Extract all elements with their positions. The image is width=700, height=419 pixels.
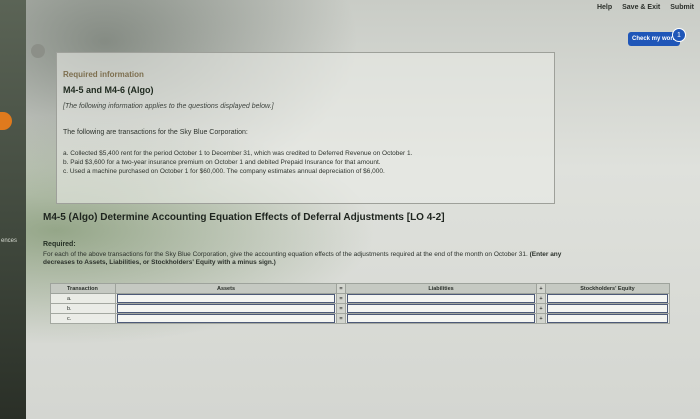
equals-cell: = (336, 313, 346, 324)
question-title: M4-5 (Algo) Determine Accounting Equatio… (43, 212, 445, 223)
liabilities-cell[interactable] (345, 313, 537, 324)
required-instructions: For each of the above transactions for t… (43, 251, 583, 267)
required-text: For each of the above transactions for t… (43, 251, 528, 258)
assets-cell[interactable] (115, 303, 337, 314)
liabilities-input[interactable] (347, 304, 535, 313)
row-label: a. (50, 293, 116, 304)
equals-sign: = (336, 283, 346, 294)
row-label: c. (50, 313, 116, 324)
equity-input[interactable] (547, 304, 668, 313)
transaction-item: c. Used a machine purchased on October 1… (63, 168, 385, 175)
assets-input[interactable] (117, 314, 335, 323)
save-exit-button[interactable]: Save & Exit (622, 4, 660, 11)
sidebar-label: ences (1, 238, 18, 244)
required-information-heading: Required information (63, 70, 144, 79)
plus-sign: + (536, 283, 546, 294)
required-label: Required: (43, 241, 76, 248)
check-count-badge: 1 (672, 28, 686, 42)
equity-cell[interactable] (545, 313, 670, 324)
top-toolbar: Help Save & Exit Submit (597, 4, 694, 11)
transaction-item: a. Collected $5,400 rent for the period … (63, 150, 413, 157)
col-transaction: Transaction (50, 283, 116, 294)
required-information-box: Required information M4-5 and M4-6 (Algo… (56, 52, 555, 204)
row-label: b. (50, 303, 116, 314)
table-row: a. = + (50, 293, 670, 304)
equity-cell[interactable] (545, 293, 670, 304)
assets-cell[interactable] (115, 293, 337, 304)
assets-input[interactable] (117, 294, 335, 303)
info-note: [The following information applies to th… (63, 103, 274, 110)
plus-cell: + (536, 303, 546, 314)
liabilities-cell[interactable] (345, 303, 537, 314)
equals-cell: = (336, 303, 346, 314)
equals-cell: = (336, 293, 346, 304)
question-number-icon (31, 44, 45, 58)
transactions-list: a. Collected $5,400 rent for the period … (63, 149, 412, 176)
accounting-equation-table: Transaction Assets = Liabilities + Stock… (50, 283, 670, 339)
liabilities-input[interactable] (347, 314, 535, 323)
col-liabilities: Liabilities (345, 283, 537, 294)
assets-input[interactable] (117, 304, 335, 313)
col-equity: Stockholders' Equity (545, 283, 670, 294)
assets-cell[interactable] (115, 313, 337, 324)
plus-cell: + (536, 293, 546, 304)
problem-subtitle: M4-5 and M4-6 (Algo) (63, 85, 154, 95)
equity-cell[interactable] (545, 303, 670, 314)
submit-button[interactable]: Submit (670, 4, 694, 11)
equity-input[interactable] (547, 314, 668, 323)
transactions-intro: The following are transactions for the S… (63, 129, 248, 136)
liabilities-cell[interactable] (345, 293, 537, 304)
help-link[interactable]: Help (597, 4, 612, 11)
transaction-item: b. Paid $3,600 for a two-year insurance … (63, 159, 381, 166)
col-assets: Assets (115, 283, 337, 294)
liabilities-input[interactable] (347, 294, 535, 303)
equity-input[interactable] (547, 294, 668, 303)
table-row: b. = + (50, 303, 670, 314)
table-row: c. = + (50, 313, 670, 324)
left-sidebar (0, 0, 26, 419)
plus-cell: + (536, 313, 546, 324)
